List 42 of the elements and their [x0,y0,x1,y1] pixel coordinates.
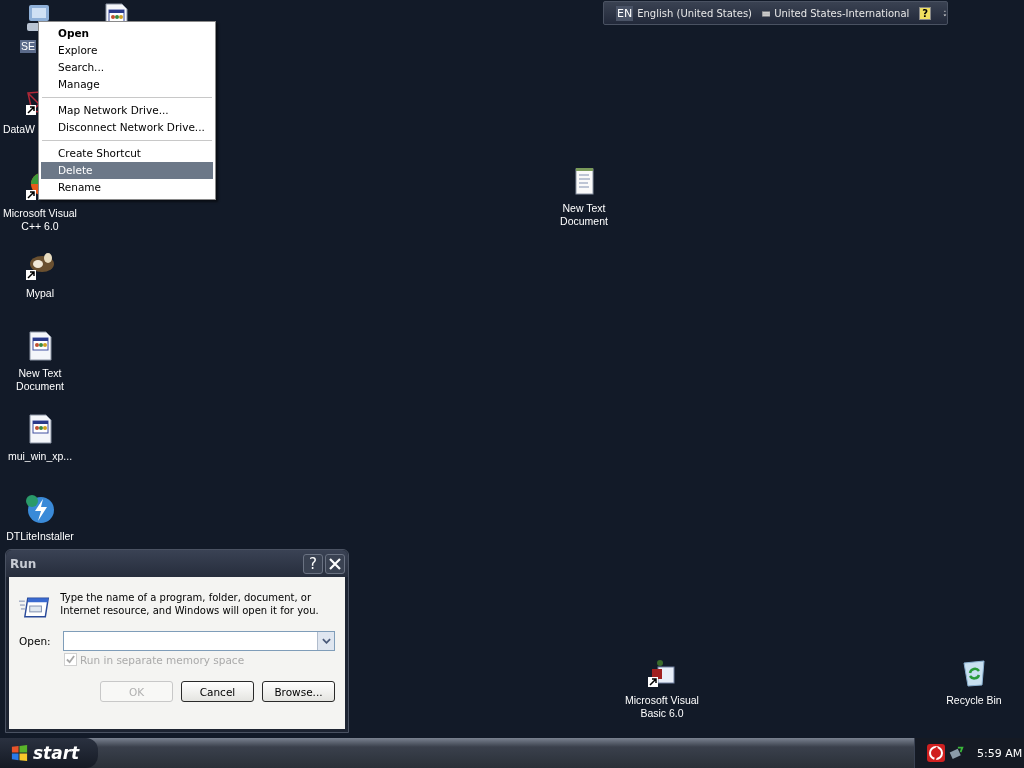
dropdown-button[interactable] [317,632,334,650]
icon-label[interactable]: SE [20,40,36,53]
help-button[interactable]: ? [303,553,323,574]
window-title: Run [10,556,38,571]
windows-logo-icon [10,743,29,763]
network-icon[interactable] [949,745,965,761]
menu-item[interactable]: Delete [41,162,213,179]
open-label: Open: [19,635,49,647]
menu-item[interactable]: Manage [41,76,213,93]
keyboard-layout[interactable]: United States-International [774,7,910,19]
caret-icon [321,638,331,644]
help-button[interactable]: ? [919,6,932,20]
menu-item[interactable]: Explore [41,42,213,59]
close-button[interactable] [325,553,345,574]
icon-label[interactable]: Recycle Bin [945,694,1003,707]
language-code[interactable]: EN [616,5,634,21]
dialog-button[interactable]: Browse... [262,681,335,702]
dialog-button[interactable]: Cancel [181,681,254,702]
open-field[interactable] [63,631,335,651]
menu-item[interactable]: Rename [41,179,213,196]
clock[interactable]: 5:59 AM [977,746,1023,760]
description-text: Type the name of a program, folder, document, or Internet resource, and Windows will open it for you. [60,591,320,617]
disc-tool-icon[interactable] [24,493,56,525]
icon-label[interactable]: Microsoft Visual Basic 6.0 [616,694,708,720]
run-icon [19,595,51,619]
menu-item[interactable]: Map Network Drive... [41,102,213,119]
icon-label[interactable]: mui_win_xp... [6,450,74,463]
mascot-icon[interactable] [24,250,56,282]
menu-item[interactable]: Create Shortcut [41,145,213,162]
shield-icon[interactable] [927,744,945,762]
checkbox-label: Run in separate memory space [80,653,245,666]
icon-label[interactable]: Microsoft Visual C++ 6.0 [0,207,86,233]
icon-label[interactable]: New Text Document [538,202,630,228]
icon-label[interactable]: New Text Document [0,367,86,393]
menu-item[interactable]: Open [41,25,213,42]
language-name[interactable]: English (United States) [637,7,752,19]
start-button[interactable]: start [0,738,98,768]
icon-label[interactable]: DataW [1,123,36,136]
icon-label[interactable]: Mypal [25,287,55,300]
icon-label[interactable]: DTLiteInstaller [5,530,75,543]
menu-item[interactable]: Search... [41,59,213,76]
menu-item[interactable]: Disconnect Network Drive... [41,119,213,136]
